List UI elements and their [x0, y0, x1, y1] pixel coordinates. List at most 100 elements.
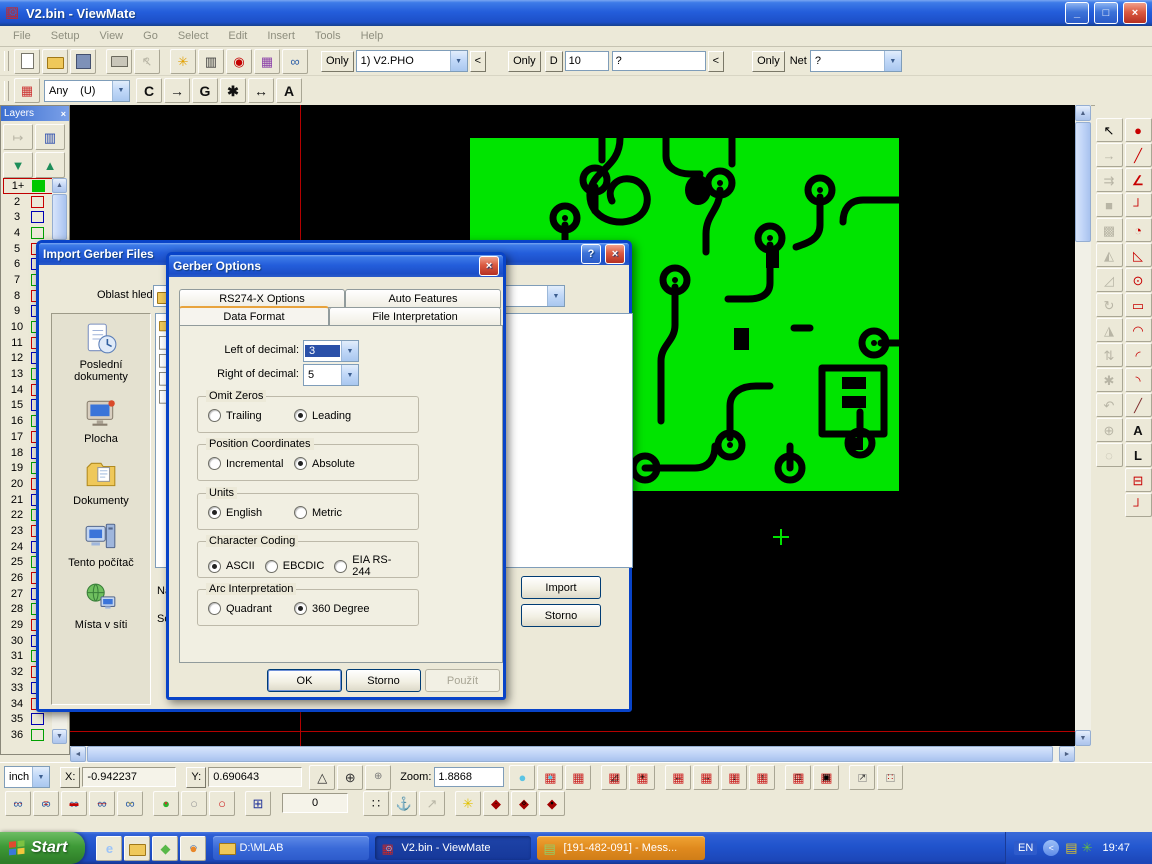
chevron-down-icon[interactable]: ▼	[341, 341, 358, 361]
place-network[interactable]: Místa v síti	[55, 582, 147, 631]
select-cursor-icon[interactable]: ↖	[1096, 118, 1123, 142]
close-button[interactable]: ×	[605, 244, 625, 264]
goto-button[interactable]: →	[164, 78, 190, 103]
move-to-layer-icon[interactable]: ⇅	[1096, 343, 1123, 367]
folder-launch-icon[interactable]	[124, 836, 150, 861]
highlight-net-icon[interactable]: ○	[209, 791, 235, 816]
radio-trailing[interactable]: Trailing	[208, 409, 294, 422]
draw-arc-icon[interactable]: ◠	[1125, 318, 1152, 342]
zoom-tool-icon[interactable]: ●	[509, 765, 535, 790]
scroll-up-button[interactable]: ▲	[52, 178, 67, 193]
firefox-launch-icon[interactable]: ●◠	[180, 836, 206, 861]
selection-filter-combo[interactable]: Any (U) ▼	[44, 80, 130, 102]
vertical-scroll-thumb[interactable]	[1075, 122, 1091, 242]
layer-row-35[interactable]: 35	[3, 711, 53, 727]
chevron-down-icon[interactable]: ▼	[884, 51, 901, 71]
radio-button[interactable]	[208, 506, 221, 519]
layer-row-4[interactable]: 4	[3, 225, 53, 241]
task--191-482-091-mess-[interactable]: ▤[191-482-091] - Mess...	[537, 836, 705, 860]
radio-button[interactable]	[208, 409, 221, 422]
scroll-down-button[interactable]: ▼	[1075, 730, 1091, 746]
draw-circle-icon[interactable]: ⊙	[1125, 268, 1152, 292]
place-computer[interactable]: Tento počítač	[55, 520, 147, 569]
start-button[interactable]: Start	[0, 832, 85, 864]
toolbar-grip[interactable]	[4, 51, 9, 71]
layer-row-36[interactable]: 36	[3, 727, 53, 743]
minimize-button[interactable]: _	[1065, 2, 1089, 24]
fill-solid-icon[interactable]: ■	[1096, 193, 1123, 217]
place-recent-docs[interactable]: Poslední dokumenty	[55, 322, 147, 383]
chevron-down-icon[interactable]: ▼	[450, 51, 467, 71]
radio-button[interactable]	[294, 506, 307, 519]
layer-color-swatch[interactable]	[31, 196, 44, 208]
pan-down-icon[interactable]: ▦↓	[721, 765, 747, 790]
tab-file-interpretation[interactable]: File Interpretation	[329, 307, 501, 326]
view-negative-icon[interactable]: ∞—	[89, 791, 115, 816]
context-help-icon[interactable]: ↖?	[134, 49, 160, 74]
menu-tools[interactable]: Tools	[306, 28, 350, 44]
tab-data-format[interactable]: Data Format	[179, 306, 329, 326]
menu-select[interactable]: Select	[169, 28, 218, 44]
radio-button[interactable]	[294, 457, 307, 470]
radio-metric[interactable]: Metric	[294, 506, 342, 519]
right-of-decimal-combo[interactable]: 5 ▼	[303, 364, 359, 386]
dcode-filter-input[interactable]	[612, 51, 706, 71]
chevron-down-icon[interactable]: ▼	[32, 767, 49, 787]
flash-aperture-icon[interactable]: ✳	[170, 49, 196, 74]
copy-selection-icon[interactable]: ⇉	[1096, 168, 1123, 192]
angle-measure-icon[interactable]: △	[309, 765, 335, 790]
radio-quadrant[interactable]: Quadrant	[208, 602, 294, 615]
status-light-icon[interactable]: ●▪	[153, 791, 179, 816]
import-button[interactable]: Import	[521, 576, 601, 599]
close-button[interactable]: ×	[479, 256, 499, 276]
menu-help[interactable]: Help	[352, 28, 393, 44]
fill-pattern-icon[interactable]: ▩	[1096, 218, 1123, 242]
local-origin-icon[interactable]: ⊕	[365, 765, 391, 790]
view-traces-icon[interactable]: ∞=	[33, 791, 59, 816]
vertical-scrollbar[interactable]: ▲ ▼	[1075, 105, 1091, 746]
scroll-down-button[interactable]: ▼	[52, 729, 67, 744]
skew-icon[interactable]: ◿	[1096, 268, 1123, 292]
layer-color-swatch[interactable]	[32, 180, 45, 192]
storno-button[interactable]: Storno	[346, 669, 421, 692]
pad-mark-icon[interactable]: ◆·	[483, 791, 509, 816]
flash-query-button[interactable]: ✱	[220, 78, 246, 103]
insert-dimension-icon[interactable]: ⊟	[1125, 468, 1152, 492]
restore-button[interactable]: □	[1094, 2, 1118, 24]
zoom-grid-icon[interactable]: ▦●	[537, 765, 563, 790]
layer-row-2[interactable]: 2	[3, 194, 53, 210]
menu-view[interactable]: View	[90, 28, 132, 44]
layer-shift-icon[interactable]: ↦	[3, 124, 33, 150]
draw-path-icon[interactable]: ┘	[1125, 193, 1152, 217]
anchor-icon[interactable]: ⚓	[391, 791, 417, 816]
radio-ascii[interactable]: ASCII	[208, 560, 255, 573]
grid-axis-icon[interactable]: ▦+	[629, 765, 655, 790]
pad-swap-icon[interactable]: ◆⋄	[511, 791, 537, 816]
save-file-icon[interactable]	[70, 49, 96, 74]
prev-dcode-button[interactable]: <	[708, 51, 724, 72]
select-points-icon[interactable]: □∷	[877, 765, 903, 790]
radio-english[interactable]: English	[208, 506, 294, 519]
radio-button[interactable]	[265, 560, 278, 573]
radio-button[interactable]	[208, 457, 221, 470]
close-icon[interactable]: ×	[61, 109, 66, 119]
measure-icon[interactable]: ↗	[419, 791, 445, 816]
transform-origin-icon[interactable]: ⊕	[1096, 418, 1123, 442]
scroll-up-button[interactable]: ▲	[1075, 105, 1091, 121]
horizontal-scroll-thumb[interactable]	[87, 746, 1053, 762]
toolbar-grip[interactable]	[4, 81, 9, 101]
layer-color-swatch[interactable]	[31, 713, 44, 725]
horizontal-scrollbar[interactable]: ◄ ►	[70, 746, 1075, 762]
menu-go[interactable]: Go	[134, 28, 167, 44]
zoom-input[interactable]	[434, 767, 504, 787]
rotate-icon[interactable]: ↻	[1096, 293, 1123, 317]
draw-rectangle-icon[interactable]: ▭	[1125, 293, 1152, 317]
step-repeat-icon[interactable]: ✱	[1096, 368, 1123, 392]
tab-auto-features[interactable]: Auto Features	[345, 289, 501, 308]
draw-arc-angle-icon[interactable]: ◔	[1125, 218, 1152, 242]
pan-left-icon[interactable]: ▦←	[665, 765, 691, 790]
print-icon[interactable]	[106, 49, 132, 74]
chevron-down-icon[interactable]: ▼	[341, 365, 358, 385]
tray-card-icon[interactable]: ▤	[1065, 840, 1077, 856]
zoom-selection-icon[interactable]: ▦◌	[565, 765, 591, 790]
